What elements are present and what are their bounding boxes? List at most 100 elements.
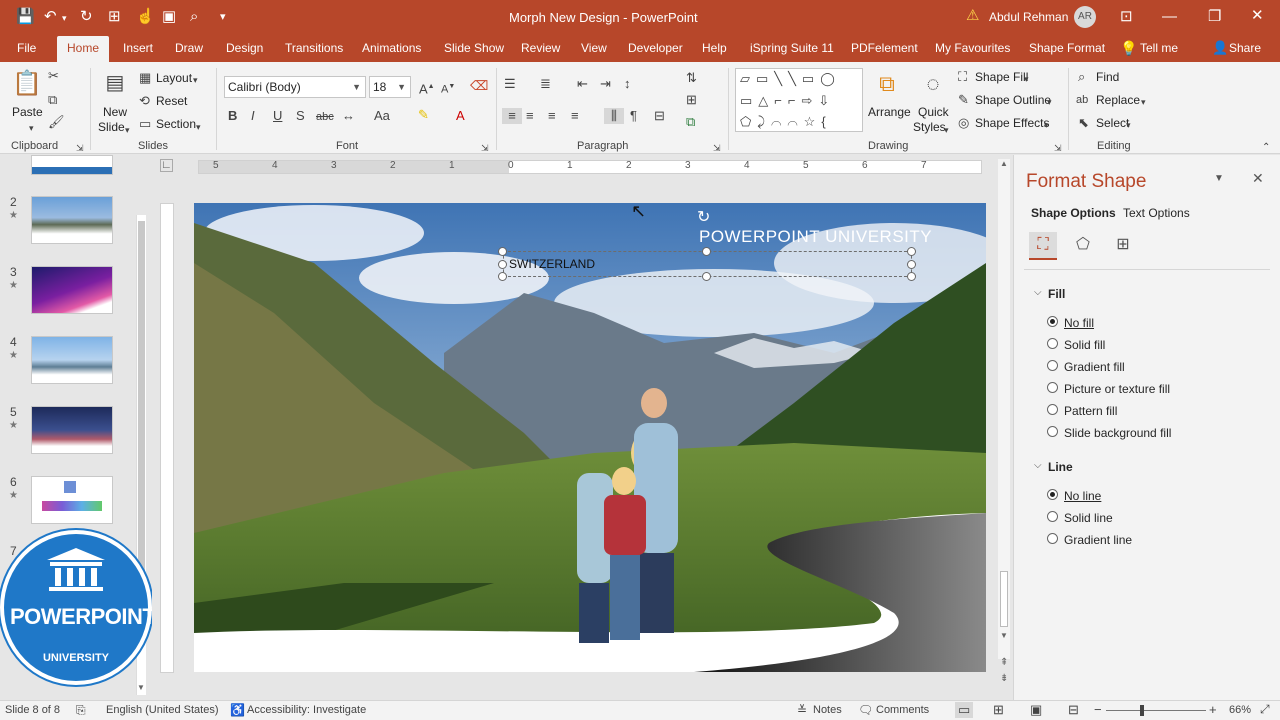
user-avatar[interactable]: AR [1074, 6, 1096, 28]
line-spacing-icon[interactable]: ↕ [624, 76, 631, 92]
resize-handle[interactable] [702, 247, 711, 256]
tab-shape-format[interactable]: Shape Format [1029, 36, 1105, 62]
accessibility-icon[interactable]: ♿ [230, 703, 245, 717]
format-painter-icon[interactable]: 🖌 [48, 114, 65, 130]
align-center-icon[interactable]: ≡ [526, 108, 534, 124]
language-status[interactable]: English (United States) [106, 704, 219, 716]
tab-ispring[interactable]: iSpring Suite 11 [750, 36, 834, 62]
comments-button[interactable]: Comments [876, 704, 929, 716]
text-shadow-icon[interactable]: S [296, 108, 305, 124]
shapes-row-icon[interactable]: ⬠⤸⌒⌒☆{ [740, 114, 832, 130]
horizontal-ruler[interactable]: 5 4 3 2 1 0 1 2 3 4 5 6 7 [198, 160, 982, 174]
zoom-out-icon[interactable]: − [1094, 702, 1102, 717]
previous-slide-icon[interactable]: ⇞ [1000, 657, 1008, 668]
line-section-header[interactable]: Line [1048, 460, 1073, 474]
tab-pdfelement[interactable]: PDFelement [851, 36, 918, 62]
tell-me-search[interactable]: Tell me [1140, 36, 1178, 62]
tab-design[interactable]: Design [226, 36, 263, 62]
layout-icon[interactable]: ▦ [139, 70, 151, 86]
resize-handle[interactable] [498, 272, 507, 281]
drawing-launcher-icon[interactable]: ⇲ [1054, 140, 1062, 156]
tab-text-options[interactable]: Text Options [1123, 206, 1190, 220]
undo-icon[interactable]: ↶ [44, 8, 57, 26]
print-preview-icon[interactable]: ▣ [162, 8, 176, 26]
slide-canvas[interactable]: POWERPOINT UNIVERSITY SWITZERLAND ↻ ↖ [194, 203, 986, 672]
justify-icon[interactable]: ≡ [571, 108, 579, 124]
replace-dropdown-icon[interactable]: ▾ [1141, 94, 1146, 110]
decrease-font-size-icon[interactable]: A▼ [441, 79, 455, 98]
new-slide-button-line2[interactable]: Slide [98, 120, 125, 134]
minimize-icon[interactable]: — [1162, 8, 1177, 26]
comments-icon[interactable]: 🗨 [858, 703, 873, 717]
select-dropdown-icon[interactable]: ▾ [1126, 117, 1131, 133]
clipboard-launcher-icon[interactable]: ⇲ [76, 140, 84, 156]
replace-icon[interactable]: ab [1076, 92, 1088, 108]
label-no-line[interactable]: No line [1064, 489, 1101, 503]
ribbon-display-options-icon[interactable]: ⊡ [1120, 8, 1133, 26]
tab-review[interactable]: Review [521, 36, 560, 62]
radio-no-fill[interactable] [1047, 316, 1058, 327]
label-slide-background-fill[interactable]: Slide background fill [1064, 426, 1171, 440]
share-icon[interactable]: 👤 [1212, 36, 1228, 62]
shape-effects-icon[interactable]: ◎ [958, 115, 969, 131]
shape-outline-button[interactable]: Shape Outline [975, 93, 1051, 107]
shape-outline-icon[interactable]: ✎ [958, 92, 969, 108]
selected-textbox-text[interactable]: SWITZERLAND [509, 257, 595, 271]
shapes-gallery[interactable]: ▱▭╲╲▭◯ ▭△⌐⌐⇨⇩ ⬠⤸⌒⌒☆{ [735, 68, 863, 132]
radio-slide-background-fill[interactable] [1047, 426, 1058, 437]
tab-home[interactable]: Home [57, 36, 110, 62]
collapse-ribbon-icon[interactable]: ⌃ [1262, 140, 1270, 156]
radio-solid-fill[interactable] [1047, 338, 1058, 349]
new-slide-icon[interactable]: ▤ [102, 70, 128, 96]
font-size-combobox[interactable]: 18 ▼ [369, 76, 411, 98]
tab-developer[interactable]: Developer [628, 36, 683, 62]
scrollbar-thumb[interactable] [1000, 571, 1008, 627]
fill-line-icon[interactable]: ⛶ [1029, 232, 1057, 260]
bullets-icon[interactable]: ☰ [504, 76, 516, 92]
radio-gradient-line[interactable] [1047, 533, 1058, 544]
zoom-preview-icon[interactable]: ⌕ [190, 8, 198, 26]
fill-section-header[interactable]: Fill [1048, 287, 1065, 301]
increase-font-size-icon[interactable]: A▲ [419, 79, 435, 97]
resize-handle[interactable] [907, 260, 916, 269]
slide-thumbnail[interactable] [31, 266, 113, 314]
notes-button[interactable]: Notes [813, 704, 842, 716]
zoom-level[interactable]: 66% [1229, 704, 1251, 716]
align-text-vertical-icon[interactable]: ⊞ [686, 92, 697, 108]
clear-formatting-icon[interactable]: ⌫ [470, 78, 488, 94]
columns-icon[interactable]: ⫼ [604, 108, 624, 124]
close-pane-icon[interactable]: ✕ [1252, 170, 1264, 187]
shapes-row-icon[interactable]: ▱▭╲╲▭◯ [740, 71, 841, 87]
spelling-icon[interactable]: ⎘ [76, 703, 86, 718]
slide-thumbnail[interactable] [31, 406, 113, 454]
section-button[interactable]: Section [156, 117, 196, 131]
radio-no-line[interactable] [1047, 489, 1058, 500]
accessibility-status[interactable]: Accessibility: Investigate [247, 704, 366, 716]
paste-icon[interactable]: 📋 [12, 70, 42, 98]
paste-button[interactable]: Paste [12, 105, 43, 119]
notes-icon[interactable]: ≚ [797, 703, 807, 717]
replace-button[interactable]: Replace [1096, 93, 1140, 107]
tab-view[interactable]: View [581, 36, 607, 62]
new-slide-button[interactable]: New [103, 105, 127, 119]
tab-transitions[interactable]: Transitions [285, 36, 343, 62]
touch-mode-icon[interactable]: ☝ [136, 8, 155, 26]
bold-icon[interactable]: B [228, 108, 237, 124]
font-color-icon[interactable]: A [456, 108, 465, 124]
restore-icon[interactable]: ❐ [1208, 8, 1221, 26]
reset-button[interactable]: Reset [156, 94, 187, 108]
size-properties-icon[interactable]: ⊞ [1109, 232, 1137, 260]
radio-pattern-fill[interactable] [1047, 404, 1058, 415]
radio-gradient-fill[interactable] [1047, 360, 1058, 371]
shape-outline-dropdown-icon[interactable]: ▾ [1047, 94, 1052, 110]
paragraph-launcher-icon[interactable]: ⇲ [713, 140, 721, 156]
underline-icon[interactable]: U [273, 108, 282, 124]
find-icon[interactable]: ⌕ [1078, 69, 1085, 85]
warning-icon[interactable]: ⚠ [966, 7, 979, 25]
resize-handle[interactable] [498, 247, 507, 256]
resize-handle[interactable] [702, 272, 711, 281]
tab-insert[interactable]: Insert [123, 36, 153, 62]
customize-toolbar-icon[interactable]: ▾ [220, 8, 226, 26]
label-solid-fill[interactable]: Solid fill [1064, 338, 1105, 352]
arrange-button[interactable]: Arrange [868, 105, 911, 119]
